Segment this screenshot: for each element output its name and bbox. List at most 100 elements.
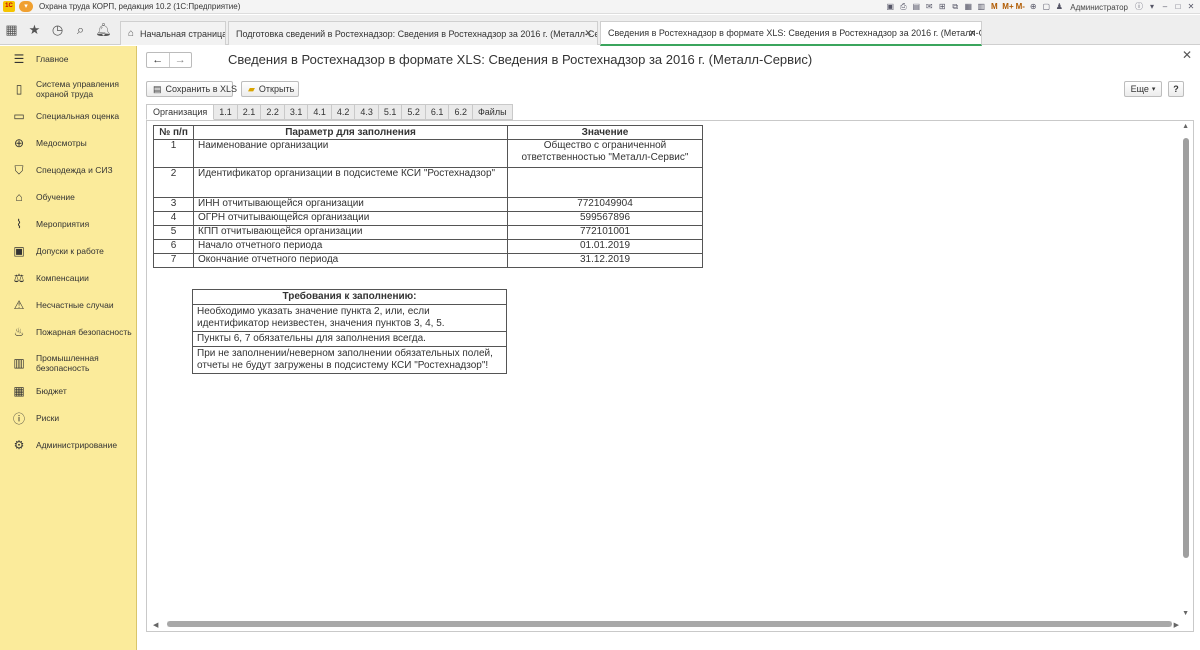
- sidebar-item-industrial-safety[interactable]: ▥ Промышленная безопасность: [0, 348, 137, 378]
- sheet-tab[interactable]: 2.1: [237, 104, 262, 120]
- requirement-item[interactable]: Пункты 6, 7 обязательны для заполнения в…: [192, 331, 507, 347]
- sidebar-item-fire-safety[interactable]: ♨ Пожарная безопасность: [0, 319, 137, 345]
- row-param[interactable]: ОГРН отчитывающейся организации: [193, 211, 508, 226]
- sidebar-item-permits[interactable]: ▣ Допуски к работе: [0, 238, 137, 264]
- row-number[interactable]: 4: [153, 211, 194, 226]
- spreadsheet-view[interactable]: № п/п Параметр для заполнения Значение 1…: [146, 120, 1194, 632]
- favorites-star-icon[interactable]: ★: [23, 15, 46, 45]
- open-button[interactable]: ▰ Открыть: [241, 81, 299, 97]
- sidebar-item-budget[interactable]: ▦ Бюджет: [0, 378, 137, 404]
- sidebar-item-ot-system[interactable]: ▯ Система управления охраной труда: [0, 74, 137, 104]
- row-value[interactable]: 31.12.2019: [507, 253, 703, 268]
- row-value[interactable]: 01.01.2019: [507, 239, 703, 254]
- tab-xls-report[interactable]: Сведения в Ростехнадзор в формате XLS: С…: [600, 21, 982, 46]
- sidebar-item-accidents[interactable]: ⚠ Несчастные случаи: [0, 292, 137, 318]
- table-icon[interactable]: ▥: [976, 2, 986, 12]
- row-value[interactable]: 599567896: [507, 211, 703, 226]
- tab-preparation[interactable]: Подготовка сведений в Ростехнадзор: Свед…: [228, 21, 598, 45]
- attach-icon[interactable]: ⊞: [937, 2, 947, 12]
- save-icon[interactable]: ▣: [885, 2, 895, 12]
- row-number[interactable]: 7: [153, 253, 194, 268]
- scroll-up-icon[interactable]: ▲: [1182, 123, 1189, 130]
- row-value[interactable]: 7721049904: [507, 197, 703, 212]
- titlebar-tools: ▣ ⎙ ▤ ✉ ⊞ ⧉ ▦ ▥ M M+ M- ⊕ ▢ ♟ Администра…: [885, 0, 1200, 14]
- row-param[interactable]: Идентификатор организации в подсистеме К…: [193, 167, 508, 198]
- sheet-tab[interactable]: 4.3: [355, 104, 379, 120]
- windows-icon[interactable]: ▢: [1041, 2, 1051, 12]
- row-param[interactable]: Окончание отчетного периода: [193, 253, 508, 268]
- maximize-icon[interactable]: □: [1173, 2, 1183, 12]
- horizontal-scrollbar[interactable]: [167, 621, 1172, 627]
- row-number[interactable]: 3: [153, 197, 194, 212]
- sheet-tab-files[interactable]: Файлы: [472, 104, 513, 120]
- row-number[interactable]: 1: [153, 139, 194, 168]
- scroll-right-icon[interactable]: ▶: [1174, 621, 1179, 629]
- sheet-tab-org[interactable]: Организация: [146, 104, 215, 120]
- close-icon[interactable]: ✕: [584, 28, 592, 39]
- sheet-tab[interactable]: 4.1: [308, 104, 332, 120]
- back-arrow-icon[interactable]: ←: [147, 53, 169, 67]
- sidebar-item-compensations[interactable]: ⚖ Компенсации: [0, 265, 137, 291]
- mail-icon[interactable]: ✉: [924, 2, 934, 12]
- sidebar-item-medical[interactable]: ⊕ Медосмотры: [0, 130, 137, 156]
- horizontal-scroll-thumb[interactable]: [167, 621, 1172, 627]
- dropdown-icon[interactable]: ▾: [1147, 2, 1157, 12]
- sidebar-item-activities[interactable]: ⌇ Мероприятия: [0, 211, 137, 237]
- sheet-tab[interactable]: 4.2: [331, 104, 356, 120]
- search-icon[interactable]: ⌕: [69, 15, 92, 45]
- memory-plus-button[interactable]: M+: [1002, 2, 1013, 12]
- row-value[interactable]: Общество с ограниченной ответственностью…: [507, 139, 703, 168]
- vertical-scrollbar[interactable]: [1183, 138, 1189, 613]
- sidebar-item-training[interactable]: ⌂ Обучение: [0, 184, 137, 210]
- save-xls-button[interactable]: ▤ Сохранить в XLS: [146, 81, 237, 97]
- sheet-tab[interactable]: 6.1: [425, 104, 450, 120]
- info-icon[interactable]: ⓘ: [1134, 2, 1144, 12]
- sheet-tab[interactable]: 5.2: [402, 104, 426, 120]
- forward-arrow-icon[interactable]: →: [168, 53, 192, 67]
- scroll-down-icon[interactable]: ▼: [1182, 610, 1189, 617]
- requirement-item[interactable]: При не заполнении/неверном заполнении об…: [192, 346, 507, 374]
- print-icon[interactable]: ⎙: [898, 2, 908, 12]
- apps-grid-icon[interactable]: ▦: [0, 15, 23, 45]
- close-icon[interactable]: ✕: [968, 28, 976, 39]
- sidebar-item-main[interactable]: ☰ Главное: [0, 46, 137, 72]
- notifications-bell-icon[interactable]: 🔔︎: [92, 15, 115, 45]
- row-number[interactable]: 6: [153, 239, 194, 254]
- history-icon[interactable]: ◷: [46, 15, 69, 45]
- close-window-icon[interactable]: ✕: [1186, 2, 1196, 12]
- calendar-icon[interactable]: ▦: [963, 2, 973, 12]
- sidebar-item-special-assessment[interactable]: ▭ Специальная оценка: [0, 103, 137, 129]
- more-button[interactable]: Еще ▾: [1124, 81, 1162, 97]
- requirement-item[interactable]: Необходимо указать значение пункта 2, ил…: [192, 304, 507, 332]
- row-param[interactable]: ИНН отчитывающейся организации: [193, 197, 508, 212]
- user-name[interactable]: Администратор: [1070, 3, 1128, 12]
- sheet-tab[interactable]: 5.1: [378, 104, 403, 120]
- tab-xls-report-label: Сведения в Ростехнадзор в формате XLS: С…: [608, 28, 982, 38]
- sheet-tab[interactable]: 6.2: [449, 104, 473, 120]
- app-menu-button[interactable]: ▾: [19, 1, 33, 12]
- close-icon[interactable]: ✕: [1182, 48, 1192, 62]
- vertical-scroll-thumb[interactable]: [1183, 138, 1189, 558]
- row-number[interactable]: 5: [153, 225, 194, 240]
- row-number[interactable]: 2: [153, 167, 194, 198]
- sheet-tab[interactable]: 3.1: [284, 104, 309, 120]
- row-value[interactable]: 772101001: [507, 225, 703, 240]
- sidebar-item-risks[interactable]: ⓘ Риски: [0, 405, 137, 431]
- tab-home[interactable]: ⌂ Начальная страница: [120, 21, 226, 45]
- sheet-tab[interactable]: 1.1: [214, 104, 238, 120]
- row-param[interactable]: Наименование организации: [193, 139, 508, 168]
- row-param[interactable]: КПП отчитывающейся организации: [193, 225, 508, 240]
- scroll-left-icon[interactable]: ◀: [153, 621, 158, 629]
- preview-icon[interactable]: ▤: [911, 2, 921, 12]
- memory-m-button[interactable]: M: [989, 2, 999, 12]
- sidebar-item-admin[interactable]: ⚙ Администрирование: [0, 432, 137, 458]
- zoom-icon[interactable]: ⊕: [1028, 2, 1038, 12]
- memory-minus-button[interactable]: M-: [1015, 2, 1025, 12]
- row-value[interactable]: [507, 167, 703, 198]
- sidebar-item-workwear[interactable]: ⛉ Спецодежда и СИЗ: [0, 157, 137, 183]
- help-button[interactable]: ?: [1168, 81, 1184, 97]
- sheet-tab[interactable]: 2.2: [261, 104, 285, 120]
- link-icon[interactable]: ⧉: [950, 2, 960, 12]
- row-param[interactable]: Начало отчетного периода: [193, 239, 508, 254]
- minimize-icon[interactable]: –: [1160, 2, 1170, 12]
